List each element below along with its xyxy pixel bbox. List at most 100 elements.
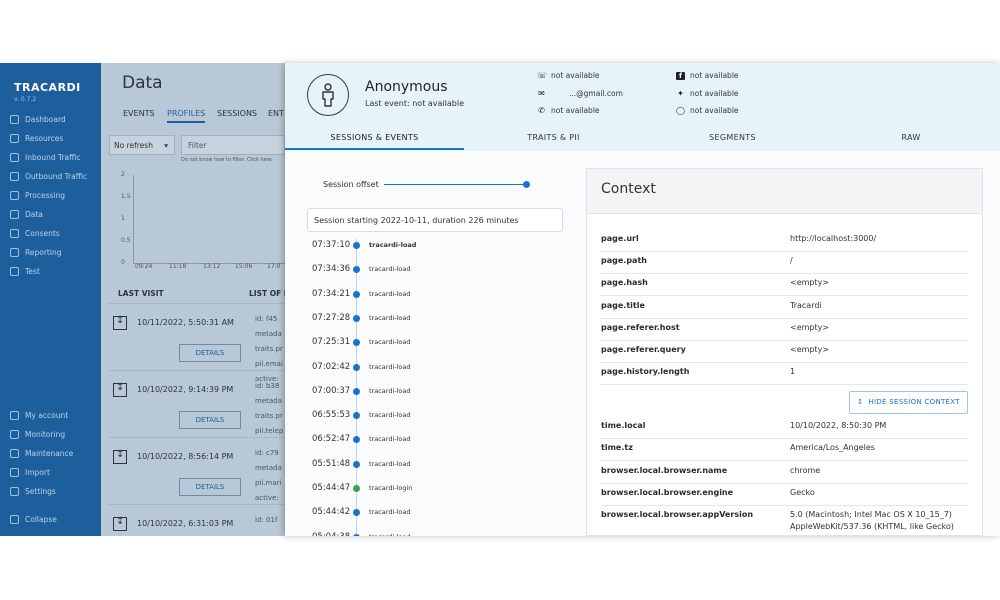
settings-icon bbox=[10, 487, 19, 496]
tab-entities[interactable]: ENT bbox=[268, 109, 284, 118]
col-list: LIST OF P bbox=[249, 289, 290, 298]
event-item[interactable]: 05:51:48 tracardi-load bbox=[285, 459, 565, 483]
sidebar-item-4[interactable]: Processing bbox=[10, 191, 65, 200]
event-name: tracardi-load bbox=[369, 386, 411, 395]
event-item[interactable]: 07:37:10 tracardi-load bbox=[285, 240, 565, 264]
tab-events[interactable]: EVENTS bbox=[123, 109, 155, 118]
event-name: tracardi-load bbox=[369, 313, 411, 322]
y-tick: 1.5 bbox=[121, 193, 131, 200]
event-name: tracardi-load bbox=[369, 362, 411, 371]
traffic-chart: 2 1.5 1 0.5 0 09:24 11:18 13:12 15:06 17… bbox=[121, 167, 286, 270]
expand-arrows-icon bbox=[113, 315, 127, 330]
event-item[interactable]: 05:44:47 tracardi-login bbox=[285, 483, 565, 507]
event-item[interactable]: 06:52:47 tracardi-load bbox=[285, 434, 565, 458]
slider-handle[interactable] bbox=[523, 181, 530, 188]
sidebar-item-1[interactable]: Resources bbox=[10, 134, 63, 143]
event-name: tracardi-load bbox=[369, 508, 411, 517]
app-brand: TRACARDI bbox=[14, 81, 81, 94]
details-button[interactable]: DETAILS bbox=[179, 478, 241, 496]
event-name: tracardi-load bbox=[369, 241, 417, 249]
tab-traits-pii[interactable]: TRAITS & PII bbox=[464, 133, 643, 142]
profile-row[interactable]: 10/11/2022, 5:50:31 AM DETAILS id: f45 meta… bbox=[109, 303, 285, 383]
context-value: Gecko bbox=[790, 487, 815, 499]
profile-row[interactable]: 10/10/2022, 6:31:03 PM id: 01f bbox=[109, 504, 285, 567]
event-item[interactable]: 05:04:38 tracardi-load bbox=[285, 532, 565, 536]
event-name: tracardi-load bbox=[369, 289, 411, 298]
sidebar-item-5[interactable]: Data bbox=[10, 210, 43, 219]
event-item[interactable]: 07:02:42 tracardi-load bbox=[285, 362, 565, 386]
context-key: browser.local.browser.name bbox=[601, 465, 728, 475]
sidebar-item-6[interactable]: Consents bbox=[10, 229, 60, 238]
event-time: 05:51:48 bbox=[312, 458, 351, 469]
profile-row[interactable]: 10/10/2022, 9:14:39 PM DETAILS id: b38 meta… bbox=[109, 370, 285, 435]
sidebar-bottom-item-4[interactable]: Settings bbox=[10, 487, 56, 496]
sidebar-item-7[interactable]: Reporting bbox=[10, 248, 61, 257]
filter-input[interactable]: Filter bbox=[181, 135, 285, 155]
event-dot bbox=[353, 460, 360, 468]
profile-row[interactable]: 10/10/2022, 8:56:14 PM DETAILS id: c79 meta… bbox=[109, 437, 285, 502]
details-button[interactable]: DETAILS bbox=[179, 344, 241, 362]
event-item[interactable]: 07:34:21 tracardi-load bbox=[285, 289, 565, 313]
refresh-select[interactable]: No refresh ▾ bbox=[109, 135, 175, 155]
context-row: browser.local.browser.engine Gecko bbox=[601, 483, 968, 506]
tab-sessions-events[interactable]: SESSIONS & EVENTS bbox=[285, 133, 464, 142]
sidebar-bottom-item-5[interactable]: Collapse bbox=[10, 515, 57, 524]
col-last-visit: LAST VISIT bbox=[118, 289, 164, 298]
context-value-line: 10/10/2022, 8:50:30 PM bbox=[790, 421, 887, 430]
sidebar-item-8[interactable]: Test bbox=[10, 267, 40, 276]
event-item[interactable]: 07:27:28 tracardi-load bbox=[285, 313, 565, 337]
sidebar-item-0[interactable]: Dashboard bbox=[10, 115, 66, 124]
context-value: / bbox=[790, 256, 793, 266]
sidebar-bottom-item-0[interactable]: My account bbox=[10, 411, 68, 420]
event-time: 07:34:21 bbox=[312, 288, 351, 299]
import-icon bbox=[10, 468, 19, 477]
sidebar-bottom-item-3[interactable]: Import bbox=[10, 468, 50, 477]
context-row: page.title Tracardi bbox=[601, 296, 968, 319]
session-offset-slider[interactable] bbox=[384, 184, 526, 185]
tab-profiles[interactable]: PROFILES bbox=[167, 109, 206, 123]
context-key: page.path bbox=[601, 256, 647, 266]
chart-icon bbox=[10, 248, 19, 257]
event-name: tracardi-login bbox=[369, 484, 413, 492]
event-item[interactable]: 05:44:42 tracardi-load bbox=[285, 507, 565, 531]
session-summary[interactable]: Session starting 2022-10-11, duration 22… bbox=[307, 208, 563, 232]
event-item[interactable]: 07:25:31 tracardi-load bbox=[285, 337, 565, 361]
profile-drawer: Anonymous Last event: not available ☏ not… bbox=[285, 63, 1000, 536]
context-value-line: America/Los_Angeles bbox=[790, 443, 875, 453]
context-key: browser.local.browser.engine bbox=[601, 487, 734, 497]
tab-sessions[interactable]: SESSIONS bbox=[217, 109, 257, 118]
details-button[interactable]: DETAILS bbox=[179, 411, 241, 429]
folder-icon bbox=[10, 210, 19, 219]
collapse-icon: ↕ bbox=[857, 398, 864, 406]
account-icon bbox=[10, 411, 19, 420]
test-icon bbox=[10, 267, 19, 276]
profile-field: traits.pr bbox=[255, 412, 283, 420]
maintenance-icon bbox=[10, 449, 19, 458]
event-name: tracardi-load bbox=[369, 338, 411, 347]
event-time: 05:44:47 bbox=[312, 483, 351, 493]
sidebar-item-2[interactable]: Inbound Traffic bbox=[10, 153, 81, 162]
filter-hint: Do not know how to filter. Click here bbox=[181, 157, 272, 163]
sidebar-item-3[interactable]: Outbound Traffic bbox=[10, 172, 87, 181]
outbound-icon bbox=[10, 172, 19, 181]
avatar bbox=[307, 74, 349, 116]
event-item[interactable]: 06:55:53 tracardi-load bbox=[285, 410, 565, 434]
sidebar-bottom-item-2[interactable]: Maintenance bbox=[10, 449, 73, 458]
event-item[interactable]: 07:34:36 tracardi-load bbox=[285, 264, 565, 288]
sidebar-item-label: Outbound Traffic bbox=[25, 172, 88, 181]
contact-phone-value: not available bbox=[551, 71, 600, 80]
tab-raw[interactable]: RAW bbox=[822, 133, 1000, 142]
context-value: 10/10/2022, 8:50:30 PM bbox=[790, 420, 886, 432]
sidebar: TRACARDI v. 0.7.2 Dashboard Resources Inbo… bbox=[0, 63, 101, 536]
email-icon: ✉ bbox=[538, 89, 545, 98]
context-key: page.title bbox=[601, 300, 645, 310]
event-item[interactable]: 07:00:37 tracardi-load bbox=[285, 386, 565, 410]
sidebar-bottom-item-1[interactable]: Monitoring bbox=[10, 430, 65, 439]
sidebar-item-label: Resources bbox=[25, 134, 64, 143]
tab-segments[interactable]: SEGMENTS bbox=[643, 133, 822, 142]
hide-session-context-button[interactable]: ↕ HIDE SESSION CONTEXT bbox=[849, 391, 968, 414]
event-dot bbox=[353, 533, 360, 536]
contact-whatsapp: ◯ not available bbox=[676, 106, 739, 115]
context-value-line: Gecko bbox=[790, 487, 815, 497]
event-time: 07:37:10 bbox=[312, 240, 351, 250]
